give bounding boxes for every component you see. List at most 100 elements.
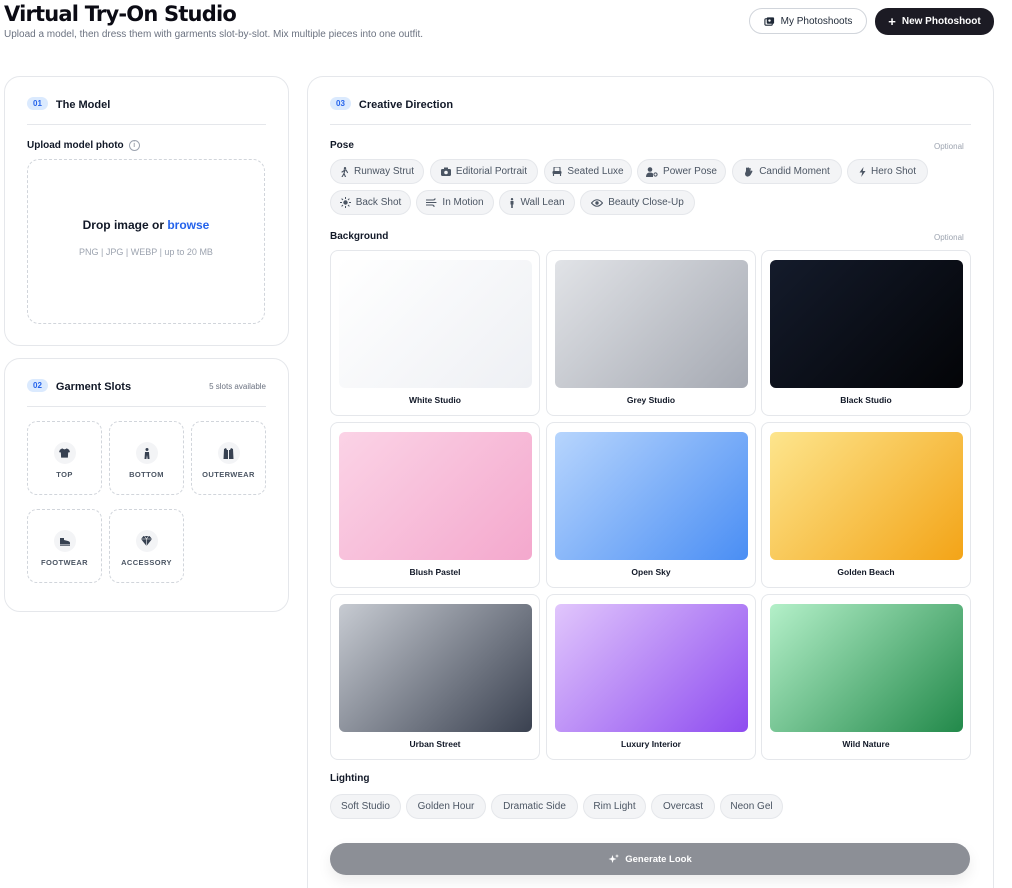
background-swatch (339, 260, 532, 388)
chip-label: Power Pose (663, 166, 717, 177)
background-name: Wild Nature (842, 739, 890, 749)
chip-label: Candid Moment (759, 166, 830, 177)
background-option[interactable]: Golden Beach (761, 422, 971, 588)
shirt-icon (59, 448, 70, 458)
lighting-chip-dramatic-side[interactable]: Dramatic Side (491, 794, 578, 819)
slots-available: 5 slots available (209, 382, 266, 391)
background-name: Open Sky (631, 567, 671, 577)
lightning-icon (859, 166, 866, 177)
pose-chip-hero-shot[interactable]: Hero Shot (847, 159, 928, 184)
lighting-label: Lighting (330, 773, 370, 784)
background-option[interactable]: Wild Nature (761, 594, 971, 760)
drop-prompt: Drop image or (82, 218, 164, 232)
direction-card-title: Creative Direction (358, 99, 454, 111)
slot-label: FOOTWEAR (41, 558, 88, 567)
pants-icon (144, 447, 149, 459)
drop-text: Drop image or browse (28, 218, 264, 232)
slot-label: ACCESSORY (121, 558, 172, 567)
new-photoshoot-button[interactable]: + New Photoshoot (875, 8, 994, 35)
background-name: Urban Street (409, 739, 461, 749)
background-swatch (555, 604, 748, 732)
slot-label: TOP (56, 470, 73, 479)
background-swatch (555, 260, 748, 388)
background-option[interactable]: Urban Street (330, 594, 540, 760)
slot-footwear[interactable]: FOOTWEAR (27, 509, 102, 583)
background-swatch (770, 260, 963, 388)
slot-label: BOTTOM (129, 470, 164, 479)
generate-label: Generate Look (625, 853, 692, 865)
chip-label: Editorial Portrait (455, 166, 528, 177)
chip-label: Soft Studio (341, 801, 390, 812)
direction-card-header: 03 Creative Direction (330, 97, 971, 125)
background-option[interactable]: White Studio (330, 250, 540, 416)
slot-label: OUTERWEAR (202, 470, 255, 479)
armchair-icon (552, 167, 562, 176)
lighting-chip-neon-gel[interactable]: Neon Gel (720, 794, 783, 819)
pose-chip-back-shot[interactable]: Back Shot (330, 190, 411, 215)
garment-slots-card: 02 Garment Slots 5 slots available TOP B… (4, 358, 289, 612)
lighting-chip-soft-studio[interactable]: Soft Studio (330, 794, 401, 819)
pose-chip-runway-strut[interactable]: Runway Strut (330, 159, 424, 184)
background-option[interactable]: Grey Studio (546, 250, 756, 416)
lighting-chip-golden-hour[interactable]: Golden Hour (406, 794, 486, 819)
pose-chip-beauty-close-up[interactable]: Beauty Close-Up (580, 190, 695, 215)
chip-label: Seated Luxe (567, 166, 624, 177)
plus-icon: + (888, 14, 896, 29)
pose-chip-candid-moment[interactable]: Candid Moment (732, 159, 842, 184)
drop-formats: PNG | JPG | WEBP | up to 20 MB (79, 247, 213, 257)
chip-label: Hero Shot (870, 166, 917, 177)
pose-chip-power-pose[interactable]: Power Pose (637, 159, 726, 184)
background-swatch (339, 432, 532, 560)
background-option[interactable]: Blush Pastel (330, 422, 540, 588)
header: Virtual Try-On Studio Upload a model, th… (0, 0, 1012, 60)
pose-chip-wall-lean[interactable]: Wall Lean (499, 190, 575, 215)
background-name: White Studio (409, 395, 461, 405)
step-badge: 02 (27, 379, 48, 392)
slot-bottom[interactable]: BOTTOM (109, 421, 184, 495)
chip-label: Beauty Close-Up (608, 197, 684, 208)
background-name: Golden Beach (837, 567, 895, 577)
upload-label-text: Upload model photo (27, 140, 124, 151)
jacket-icon (223, 447, 234, 459)
chip-label: Back Shot (355, 197, 402, 208)
lighting-chip-overcast[interactable]: Overcast (651, 794, 715, 819)
background-swatch (339, 604, 532, 732)
browse-link[interactable]: browse (167, 218, 209, 232)
pose-optional: Optional (934, 142, 964, 151)
walking-icon (341, 166, 349, 177)
background-option[interactable]: Open Sky (546, 422, 756, 588)
slots-card-header: 02 Garment Slots 5 slots available (27, 379, 266, 407)
my-photoshoots-button[interactable]: My Photoshoots (749, 8, 867, 34)
model-dropzone[interactable]: Drop image or browse PNG | JPG | WEBP | … (27, 159, 265, 324)
pose-chip-seated-luxe[interactable]: Seated Luxe (544, 159, 632, 184)
background-swatch (555, 432, 748, 560)
wind-icon (426, 198, 437, 207)
pose-chip-in-motion[interactable]: In Motion (416, 190, 494, 215)
chip-label: Neon Gel (730, 801, 773, 812)
slot-outerwear[interactable]: OUTERWEAR (191, 421, 266, 495)
user-cog-icon (646, 166, 658, 177)
eye-icon (591, 198, 604, 207)
info-icon[interactable]: i (128, 140, 140, 151)
pose-chip-editorial-portrait[interactable]: Editorial Portrait (430, 159, 538, 184)
chip-label: In Motion (442, 197, 484, 208)
background-swatch (770, 432, 963, 560)
background-name: Black Studio (840, 395, 892, 405)
step-badge: 01 (27, 97, 48, 110)
generate-look-button[interactable]: Generate Look (330, 843, 970, 875)
chip-label: Dramatic Side (503, 801, 566, 812)
background-option[interactable]: Black Studio (761, 250, 971, 416)
chip-label: Overcast (662, 801, 703, 812)
model-card-title: The Model (55, 99, 111, 111)
step-badge: 03 (330, 97, 351, 110)
background-name: Luxury Interior (621, 739, 681, 749)
sun-burst-icon (339, 197, 351, 208)
slot-top[interactable]: TOP (27, 421, 102, 495)
lighting-chip-rim-light[interactable]: Rim Light (583, 794, 646, 819)
new-photoshoot-label: New Photoshoot (901, 16, 981, 27)
slot-accessory[interactable]: ACCESSORY (109, 509, 184, 583)
sparkle-icon (608, 853, 620, 863)
background-option[interactable]: Luxury Interior (546, 594, 756, 760)
camera-icon (440, 167, 451, 176)
gem-icon (141, 536, 152, 546)
